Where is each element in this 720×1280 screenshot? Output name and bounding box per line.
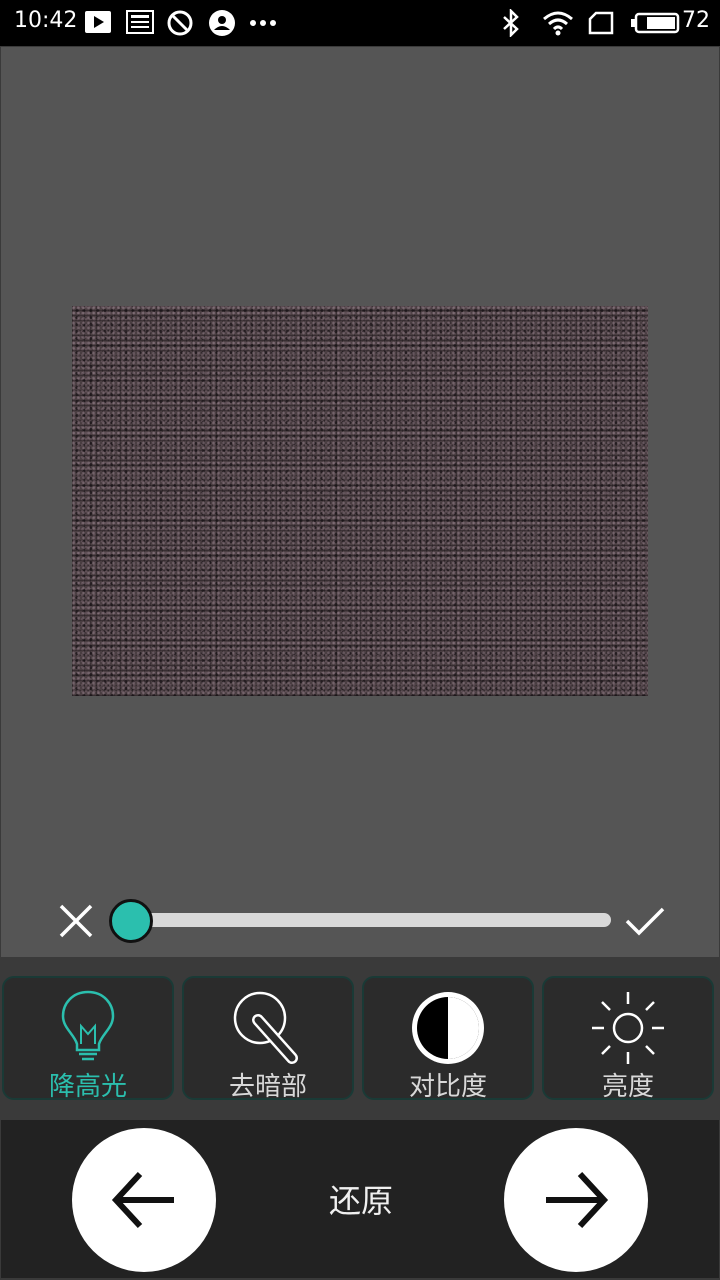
- sim-icon: [588, 11, 614, 35]
- slider-track[interactable]: [129, 913, 611, 927]
- status-time: 10:42: [14, 8, 78, 33]
- status-bar: 10:42 72: [0, 0, 720, 46]
- photo-preview: [72, 306, 648, 696]
- adjust-tools-bar: 降高光 去暗部 对比度 亮度: [0, 974, 720, 1104]
- tool-brightness[interactable]: 亮度: [542, 976, 714, 1102]
- play-icon: [85, 11, 111, 33]
- blocked-icon: [167, 10, 193, 36]
- bottom-navigation: 还原: [1, 1120, 719, 1278]
- tool-label: 去暗部: [228, 1072, 307, 1102]
- tool-label: 亮度: [601, 1072, 654, 1102]
- contrast-icon: [412, 992, 484, 1064]
- tool-reduce-highlights[interactable]: 降高光: [2, 976, 174, 1102]
- battery-icon: [631, 12, 680, 34]
- arrow-left-icon: [111, 1171, 174, 1229]
- adjust-slider-row: [1, 887, 719, 953]
- tool-label: 降高光: [48, 1072, 127, 1102]
- tool-contrast[interactable]: 对比度: [362, 976, 534, 1102]
- slider-thumb[interactable]: [109, 899, 153, 943]
- wifi-icon: [543, 11, 573, 36]
- photo-preview-area: [1, 47, 719, 957]
- tool-remove-shadows[interactable]: 去暗部: [182, 976, 354, 1102]
- battery-level: 72: [682, 8, 710, 33]
- next-button[interactable]: [504, 1128, 648, 1272]
- account-icon: [209, 10, 235, 36]
- bulb-icon: [61, 990, 115, 1061]
- previous-button[interactable]: [72, 1128, 216, 1272]
- confirm-check-icon[interactable]: [623, 901, 667, 941]
- bluetooth-icon: [503, 9, 519, 37]
- shadow-tool-icon: [233, 991, 298, 1064]
- arrow-right-icon: [546, 1171, 609, 1229]
- tool-label: 对比度: [408, 1072, 487, 1102]
- restore-button[interactable]: 还原: [301, 1176, 421, 1222]
- brightness-icon: [592, 992, 664, 1064]
- more-icon: [250, 20, 276, 26]
- cancel-icon[interactable]: [56, 901, 96, 941]
- news-icon: [126, 10, 154, 34]
